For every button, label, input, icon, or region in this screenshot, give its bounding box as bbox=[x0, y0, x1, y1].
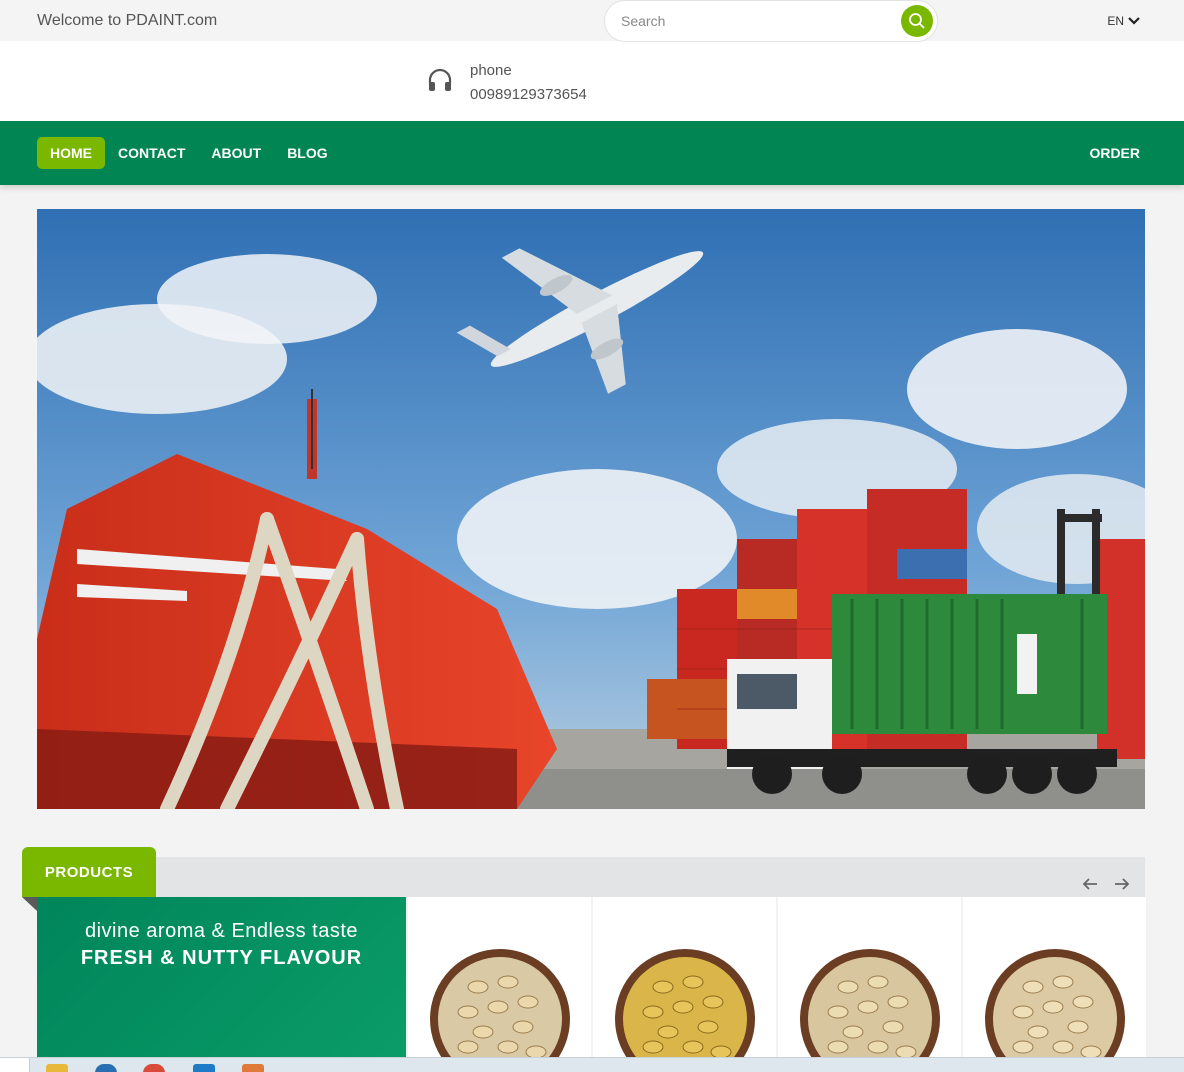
os-taskbar bbox=[0, 1057, 1184, 1072]
product-card[interactable] bbox=[778, 897, 961, 1057]
start-area[interactable] bbox=[0, 1058, 30, 1072]
phone-number[interactable]: 00989129373654 bbox=[470, 83, 587, 107]
top-bar: Welcome to PDAINT.com EN bbox=[0, 0, 1184, 41]
nav-item-home[interactable]: HOME bbox=[37, 137, 105, 169]
product-card[interactable] bbox=[593, 897, 776, 1057]
tab-fold-decoration bbox=[22, 897, 37, 911]
pistachio-bowl-image bbox=[800, 949, 940, 1057]
products-tab[interactable]: PRODUCTS bbox=[22, 847, 156, 897]
headphones-icon bbox=[428, 68, 452, 91]
search-input[interactable] bbox=[621, 13, 901, 29]
next-button[interactable] bbox=[1113, 875, 1131, 893]
language-selector[interactable]: EN bbox=[1107, 14, 1140, 28]
products-section: PRODUCTS divine aroma & Endless taste FR… bbox=[22, 847, 1146, 1057]
chevron-down-icon bbox=[1128, 16, 1140, 25]
phone-label: phone bbox=[470, 62, 512, 79]
product-cards bbox=[408, 897, 1146, 1057]
promo-banner: divine aroma & Endless taste FRESH & NUT… bbox=[37, 897, 406, 1057]
search-button[interactable] bbox=[901, 5, 933, 37]
search-box bbox=[604, 0, 938, 42]
pistachio-bowl-image bbox=[615, 949, 755, 1057]
nav-menu: HOME CONTACT ABOUT BLOG bbox=[37, 137, 341, 169]
header: phone 00989129373654 bbox=[0, 0, 1184, 121]
phone-contact: phone 00989129373654 bbox=[426, 59, 587, 107]
promo-line1: divine aroma & Endless taste bbox=[84, 920, 359, 942]
pistachio-bowl-image bbox=[985, 949, 1125, 1057]
language-label: EN bbox=[1107, 13, 1124, 28]
main-nav: HOME CONTACT ABOUT BLOG ORDER bbox=[0, 121, 1184, 185]
nav-item-order[interactable]: ORDER bbox=[1089, 145, 1140, 161]
app-icon[interactable] bbox=[242, 1064, 264, 1072]
browser-icon[interactable] bbox=[95, 1064, 117, 1072]
nav-item-about[interactable]: ABOUT bbox=[198, 137, 274, 169]
promo-line2: FRESH & NUTTY FLAVOUR bbox=[80, 947, 363, 969]
vscode-icon[interactable] bbox=[193, 1064, 215, 1072]
carousel-arrows bbox=[1081, 875, 1131, 893]
file-explorer-icon[interactable] bbox=[46, 1064, 68, 1072]
hero-banner-image bbox=[37, 209, 1145, 809]
arrow-right-icon bbox=[1115, 878, 1130, 890]
welcome-text: Welcome to PDAINT.com bbox=[37, 11, 218, 29]
products-header-strip bbox=[156, 857, 1145, 897]
product-card[interactable] bbox=[963, 897, 1146, 1057]
nav-item-blog[interactable]: BLOG bbox=[274, 137, 340, 169]
nav-item-contact[interactable]: CONTACT bbox=[105, 137, 198, 169]
pistachio-bowl-image bbox=[430, 949, 570, 1057]
arrow-left-icon bbox=[1082, 878, 1097, 890]
prev-button[interactable] bbox=[1081, 875, 1099, 893]
product-card[interactable] bbox=[408, 897, 591, 1057]
chrome-icon[interactable] bbox=[143, 1064, 165, 1072]
search-icon bbox=[909, 13, 925, 29]
